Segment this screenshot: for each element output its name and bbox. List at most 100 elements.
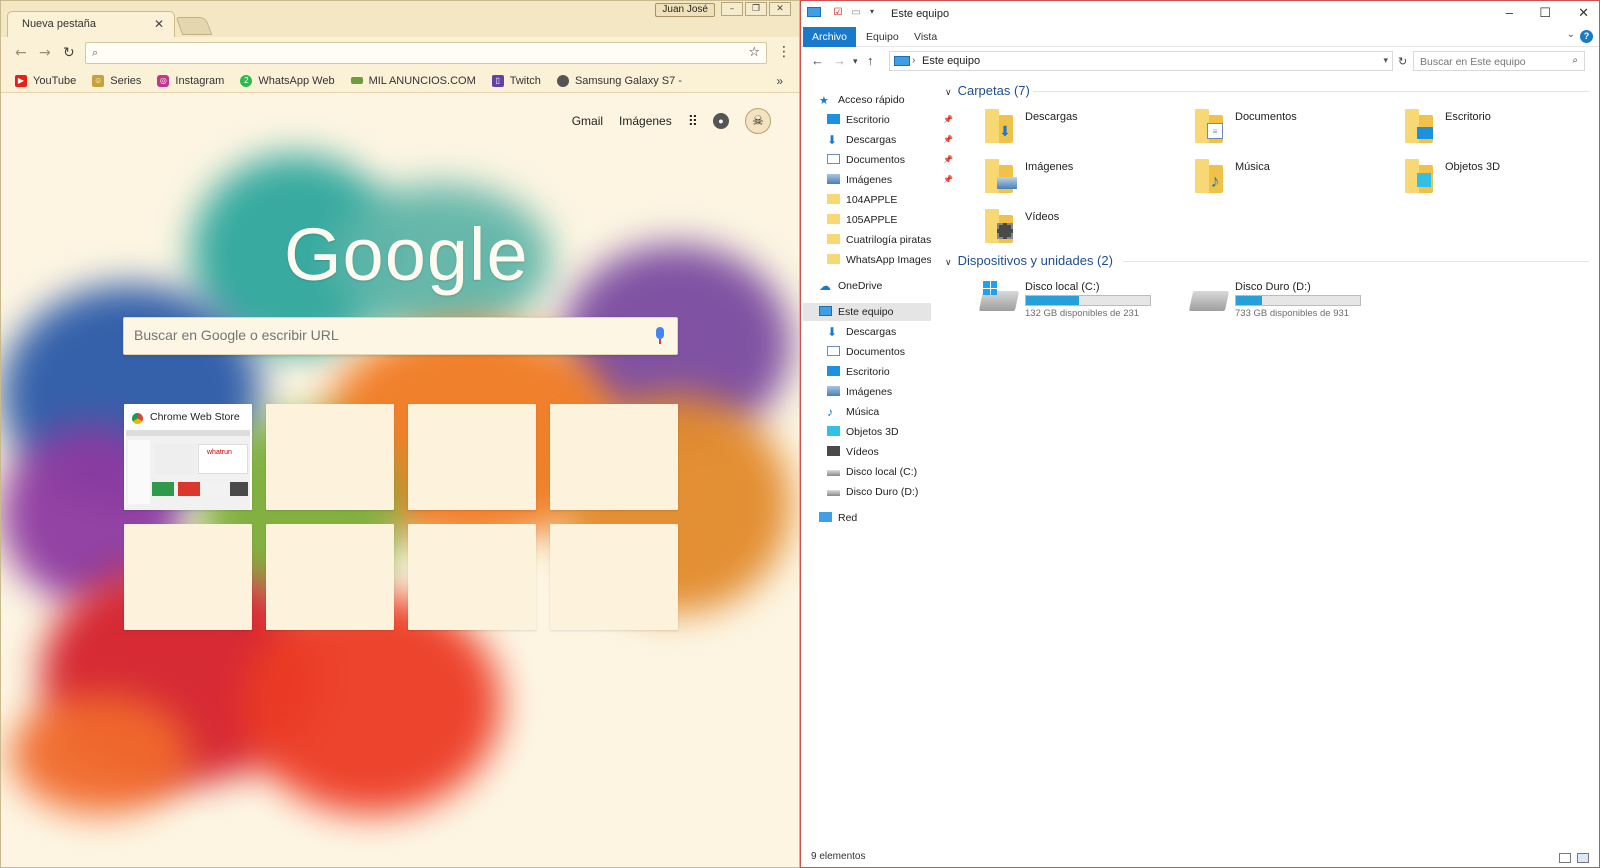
drive-free-space: 733 GB disponibles de 931 [1235, 308, 1350, 319]
nav-label: Música [846, 406, 880, 418]
reload-icon[interactable]: ↻ [63, 45, 75, 61]
desktop: Nueva pestaña ✕ Juan José – ❐ ✕ ← → ↻ ⌕ … [0, 0, 1600, 868]
document-icon [827, 154, 840, 164]
address-bar[interactable]: › Este equipo ▾ [889, 51, 1393, 71]
ntp-search-box[interactable] [123, 317, 678, 355]
folder-documentos[interactable]: ≡ Documentos [1195, 109, 1395, 151]
folder-icon [985, 159, 1017, 193]
up-arrow-icon[interactable]: ↑ [867, 53, 874, 68]
folders-section-header[interactable]: ∨ Carpetas (7) [945, 83, 1030, 98]
restore-icon[interactable]: ❐ [745, 2, 767, 16]
chrome-titlebar[interactable]: Nueva pestaña ✕ Juan José – ❐ ✕ [1, 1, 799, 37]
folder-videos[interactable]: Vídeos [985, 209, 1185, 251]
search-box[interactable]: ⌕ [1413, 51, 1585, 71]
new-tab-button[interactable] [175, 17, 213, 35]
nav-quick-cuatrilogia[interactable]: Cuatrilogía piratas I [827, 231, 931, 249]
folder-label: Descargas [1025, 111, 1078, 123]
avatar[interactable]: ☠ [745, 108, 771, 134]
tile-empty[interactable] [550, 404, 678, 510]
tile-empty[interactable] [124, 524, 252, 630]
tab-new-tab[interactable]: Nueva pestaña ✕ [7, 11, 175, 37]
nav-red[interactable]: Red [819, 509, 949, 527]
search-input[interactable] [1420, 56, 1560, 68]
drive-name: Disco Duro (D:) [1235, 281, 1311, 293]
folder-label: Imágenes [1025, 161, 1074, 173]
forward-arrow-icon[interactable]: → [833, 53, 846, 68]
maximize-icon[interactable]: ☐ [1539, 5, 1551, 21]
expand-ribbon-icon[interactable]: ⌄ [1567, 29, 1575, 40]
bookmark-star-icon[interactable]: ☆ [748, 45, 760, 60]
network-icon [819, 512, 832, 522]
nav-onedrive[interactable]: ☁ OneDrive [819, 277, 949, 295]
refresh-icon[interactable]: ↻ [1398, 55, 1407, 68]
bookmark-whatsapp-web[interactable]: 2 WhatsApp Web [240, 74, 335, 87]
bookmark-youtube[interactable]: ▶ YouTube [15, 74, 76, 87]
forward-arrow-icon[interactable]: → [39, 45, 51, 61]
help-icon[interactable]: ? [1580, 30, 1593, 43]
drive-icon [827, 490, 840, 496]
devices-section-header[interactable]: ∨ Dispositivos y unidades (2) [945, 253, 1113, 268]
new-folder-icon[interactable]: ▭ [849, 7, 863, 19]
tile-empty[interactable] [408, 404, 536, 510]
folder-escritorio[interactable]: Escritorio [1405, 109, 1599, 151]
images-link[interactable]: Imágenes [619, 114, 672, 128]
chrome-menu-icon[interactable]: ⋮ [777, 44, 791, 60]
large-icons-view-icon[interactable] [1577, 853, 1589, 863]
close-icon[interactable]: ✕ [769, 2, 791, 16]
bookmark-milanuncios[interactable]: MIL ANUNCIOS.COM [350, 75, 476, 87]
close-icon[interactable]: ✕ [1578, 5, 1589, 21]
gmail-link[interactable]: Gmail [572, 114, 603, 128]
folder-icon: ≡ [1195, 109, 1225, 143]
drive-usage-bar [1235, 295, 1361, 306]
microphone-icon[interactable] [655, 327, 665, 345]
explorer-titlebar[interactable]: ☑ ▭ ▾ Este equipo – ☐ ✕ [801, 1, 1599, 27]
bookmark-instagram[interactable]: ◎ Instagram [157, 74, 224, 87]
bookmarks-overflow-icon[interactable]: » [776, 74, 783, 88]
nav-label: Escritorio [846, 114, 890, 126]
folder-icon: ⬇ [985, 109, 1015, 143]
nav-label: OneDrive [838, 280, 883, 292]
minimize-icon[interactable]: – [1506, 5, 1513, 20]
bookmark-twitch[interactable]: ▯ Twitch [491, 74, 541, 87]
bookmark-samsung-galaxy[interactable]: Samsung Galaxy S7 - [556, 74, 682, 87]
nav-quick-whatsapp-images[interactable]: WhatsApp Images [827, 251, 931, 269]
tab-equipo[interactable]: Equipo [857, 27, 908, 47]
folder-icon [827, 234, 840, 244]
milanuncios-icon [350, 77, 363, 84]
minimize-icon[interactable]: – [721, 2, 743, 16]
ntp-search-input[interactable] [134, 327, 634, 343]
bookmark-series[interactable]: ☺ Series [92, 74, 142, 87]
tab-close-icon[interactable]: ✕ [154, 17, 164, 31]
drive-disco-duro-d[interactable]: Disco Duro (D:) 733 GB disponibles de 93… [1188, 281, 1391, 321]
notifications-bell-icon[interactable]: ● [713, 113, 729, 129]
tile-chrome-web-store[interactable]: Chrome Web Store whatrun [124, 404, 252, 510]
folder-objetos-3d[interactable]: Objetos 3D [1405, 159, 1599, 201]
address-text: Este equipo [922, 55, 981, 67]
recent-locations-icon[interactable]: ▾ [853, 56, 858, 67]
folder-musica[interactable]: ♪ Música [1195, 159, 1395, 201]
details-view-icon[interactable] [1559, 853, 1571, 863]
properties-icon[interactable]: ☑ [831, 7, 845, 19]
quick-access-dropdown-icon[interactable]: ▾ [865, 7, 879, 19]
status-bar: 9 elementos [801, 847, 1599, 867]
tile-empty[interactable] [266, 524, 394, 630]
back-arrow-icon[interactable]: ← [15, 45, 27, 61]
folder-descargas[interactable]: ⬇ Descargas [985, 109, 1185, 151]
omnibox[interactable]: ⌕ ☆ [85, 42, 767, 64]
tab-vista[interactable]: Vista [905, 27, 946, 47]
folder-imagenes[interactable]: Imágenes [985, 159, 1185, 201]
chevron-down-icon[interactable]: ▾ [1383, 55, 1388, 66]
tile-empty[interactable] [550, 524, 678, 630]
section-title: Dispositivos y unidades (2) [957, 253, 1113, 268]
ink-orange-low [11, 694, 191, 814]
profile-button[interactable]: Juan José [655, 3, 715, 17]
nav-quick-access[interactable]: ★ Acceso rápido [819, 91, 949, 109]
tab-archivo[interactable]: Archivo [803, 27, 857, 47]
drive-disco-local-c[interactable]: Disco local (C:) 132 GB disponibles de 2… [978, 281, 1181, 321]
apps-grid-icon[interactable]: ⠿ [688, 113, 698, 130]
bookmark-label: Series [110, 74, 142, 87]
tile-empty[interactable] [408, 524, 536, 630]
back-arrow-icon[interactable]: ← [811, 53, 824, 68]
nav-este-equipo[interactable]: Este equipo [803, 303, 931, 321]
tile-empty[interactable] [266, 404, 394, 510]
